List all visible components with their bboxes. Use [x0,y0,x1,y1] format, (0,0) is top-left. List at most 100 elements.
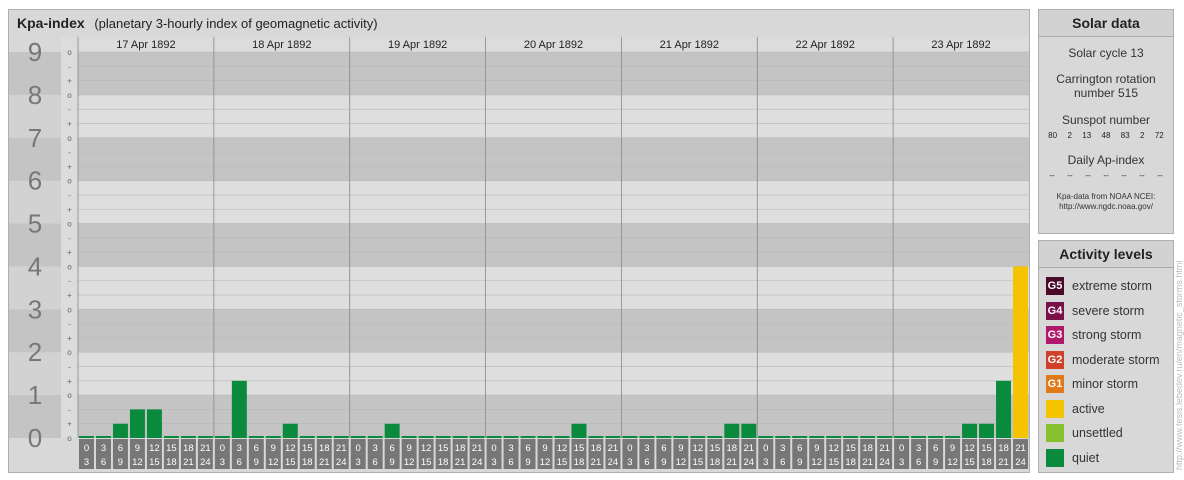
hour-label-end: 12 [947,457,958,468]
kp-bar [571,423,587,438]
kp-band [78,137,1029,181]
y-tick-label: 1 [28,380,42,410]
kp-bar [469,436,485,438]
hour-label-start: 12 [557,443,568,454]
legend-item: active [1039,397,1173,422]
hour-label-end: 18 [845,457,856,468]
kp-bar [996,380,1012,438]
hour-label-end: 6 [101,457,106,468]
y-minor-label: o [67,177,72,186]
hour-label-end: 18 [166,457,177,468]
hour-label-start: 18 [183,443,194,454]
sunspot-value: 80 [1048,131,1058,140]
hour-label-start: 9 [135,443,140,454]
hour-label-end: 15 [693,457,704,468]
kp-bar [367,436,383,438]
solar-cycle: Solar cycle 13 [1068,46,1144,60]
hour-label-start: 18 [319,443,330,454]
kp-bar [384,423,400,438]
kp-bar [707,436,723,438]
y-minor-label: - [68,363,71,372]
hour-label-start: 18 [998,443,1009,454]
hour-label-end: 18 [302,457,313,468]
y-minor-label: + [67,119,72,128]
hour-label-start: 3 [373,443,378,454]
source-watermark: http://www.tesis.lebedev.ru/en/magnetic_… [1174,260,1184,470]
data-source-note-1: Kpa-data from NOAA NCEI: [1056,192,1156,201]
y-minor-label: - [68,320,71,329]
kp-bar [775,436,791,438]
hour-label-end: 6 [237,457,242,468]
kp-band [78,52,1029,95]
hour-label-end: 9 [118,457,123,468]
hour-label-start: 15 [981,443,992,454]
kp-bar [979,423,995,438]
legend-label: strong storm [1072,328,1142,343]
hour-label-start: 12 [828,443,839,454]
legend-swatch: G1 [1046,375,1064,394]
kp-bar [129,409,145,438]
kp-bar [1013,266,1028,438]
kp-bar [588,436,604,438]
ap-value: -- [1103,171,1109,180]
hour-label-start: 18 [862,443,873,454]
kp-bar [486,436,502,438]
hour-label-start: 6 [118,443,123,454]
legend-item: G3 strong storm [1039,323,1173,348]
carrington-line-1: Carrington rotation [1056,72,1156,86]
y-tick-label: 6 [28,166,42,196]
hour-label-start: 0 [627,443,632,454]
kp-bar [112,423,128,438]
hour-label-end: 12 [811,457,822,468]
sunspot-value: 2 [1140,131,1145,140]
sunspot-values: 80 2 13 48 83 2 72 [1039,131,1173,140]
kp-bar [231,380,247,438]
legend-swatch [1046,448,1064,467]
y-tick-label: 4 [28,251,42,281]
hour-label-start: 21 [608,443,619,454]
legend-label: quiet [1072,450,1100,465]
y-minor-label: - [68,148,71,157]
ap-value: -- [1085,171,1091,180]
kp-bar [554,436,570,438]
kp-bar [95,436,111,438]
ap-index-label: Daily Ap-index [1067,153,1145,167]
hour-label-start: 21 [879,443,890,454]
hour-label-end: 18 [981,457,992,468]
day-label: 19 Apr 1892 [388,39,447,51]
hour-label-start: 21 [472,443,483,454]
hour-label-end: 3 [220,457,225,468]
hour-label-start: 15 [845,443,856,454]
hour-label-end: 12 [676,457,687,468]
hour-label-start: 21 [1015,443,1026,454]
ap-value: -- [1157,171,1163,180]
kp-bar [826,436,842,438]
hour-label-end: 24 [608,457,619,468]
kp-band [78,223,1029,267]
legend-item: quiet [1039,446,1173,471]
legend-label: active [1072,401,1105,416]
hour-label-start: 9 [950,443,955,454]
legend-label: minor storm [1072,377,1138,392]
hour-label-start: 21 [336,443,347,454]
y-minor-label: - [68,277,71,286]
y-tick-label: 8 [28,80,42,110]
hour-label-start: 6 [661,443,666,454]
activity-levels-panel: Activity levels G5 extreme storm G4 severe … [1038,240,1174,473]
sunspot-value: 83 [1120,131,1130,140]
hour-label-end: 12 [132,457,143,468]
y-minor-label: - [68,62,71,71]
y-minor-label: o [67,391,72,400]
legend-label: severe storm [1072,303,1145,318]
hour-label-end: 21 [998,457,1009,468]
day-label: 23 Apr 1892 [931,39,990,51]
hour-label-end: 3 [356,457,361,468]
kp-bar [503,436,519,438]
hour-label-end: 21 [319,457,330,468]
hour-label-start: 9 [678,443,683,454]
hour-label-end: 3 [491,457,496,468]
hour-label-end: 21 [862,457,873,468]
hour-label-start: 18 [591,443,602,454]
sunspot-value: 2 [1067,131,1072,140]
hour-label-end: 12 [404,457,415,468]
